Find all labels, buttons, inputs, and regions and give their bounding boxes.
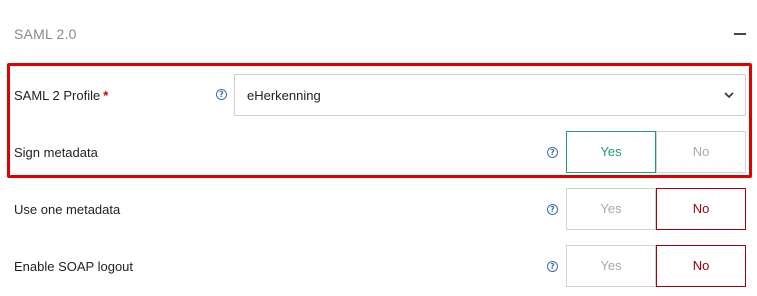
- sign-metadata-yes-button[interactable]: Yes: [566, 131, 656, 173]
- minus-icon: [734, 33, 746, 35]
- enable-soap-logout-toggle: Yes No: [566, 245, 746, 287]
- use-one-metadata-yes-button[interactable]: Yes: [566, 188, 656, 230]
- saml-profile-select[interactable]: eHerkenning: [234, 74, 746, 116]
- help-icon[interactable]: ?: [547, 204, 558, 215]
- help-icon[interactable]: ?: [547, 147, 558, 158]
- help-icon[interactable]: ?: [547, 261, 558, 272]
- sign-metadata-label: Sign metadata: [14, 145, 98, 160]
- sign-metadata-no-button[interactable]: No: [656, 131, 746, 173]
- use-one-metadata-toggle: Yes No: [566, 188, 746, 230]
- enable-soap-logout-label: Enable SOAP logout: [14, 259, 134, 274]
- help-icon[interactable]: ?: [216, 89, 227, 100]
- saml-profile-label: SAML 2 Profile *: [14, 88, 108, 103]
- section-title: SAML 2.0: [14, 26, 77, 42]
- use-one-metadata-label: Use one metadata: [14, 202, 121, 217]
- saml-profile-label-text: SAML 2 Profile: [14, 88, 101, 103]
- chevron-down-icon: [724, 92, 734, 99]
- enable-soap-logout-no-button[interactable]: No: [656, 245, 746, 287]
- saml-profile-value: eHerkenning: [247, 88, 321, 103]
- enable-soap-logout-yes-button[interactable]: Yes: [566, 245, 656, 287]
- collapse-button[interactable]: [733, 27, 747, 41]
- required-marker: *: [103, 88, 109, 103]
- use-one-metadata-no-button[interactable]: No: [656, 188, 746, 230]
- sign-metadata-toggle: Yes No: [566, 131, 746, 173]
